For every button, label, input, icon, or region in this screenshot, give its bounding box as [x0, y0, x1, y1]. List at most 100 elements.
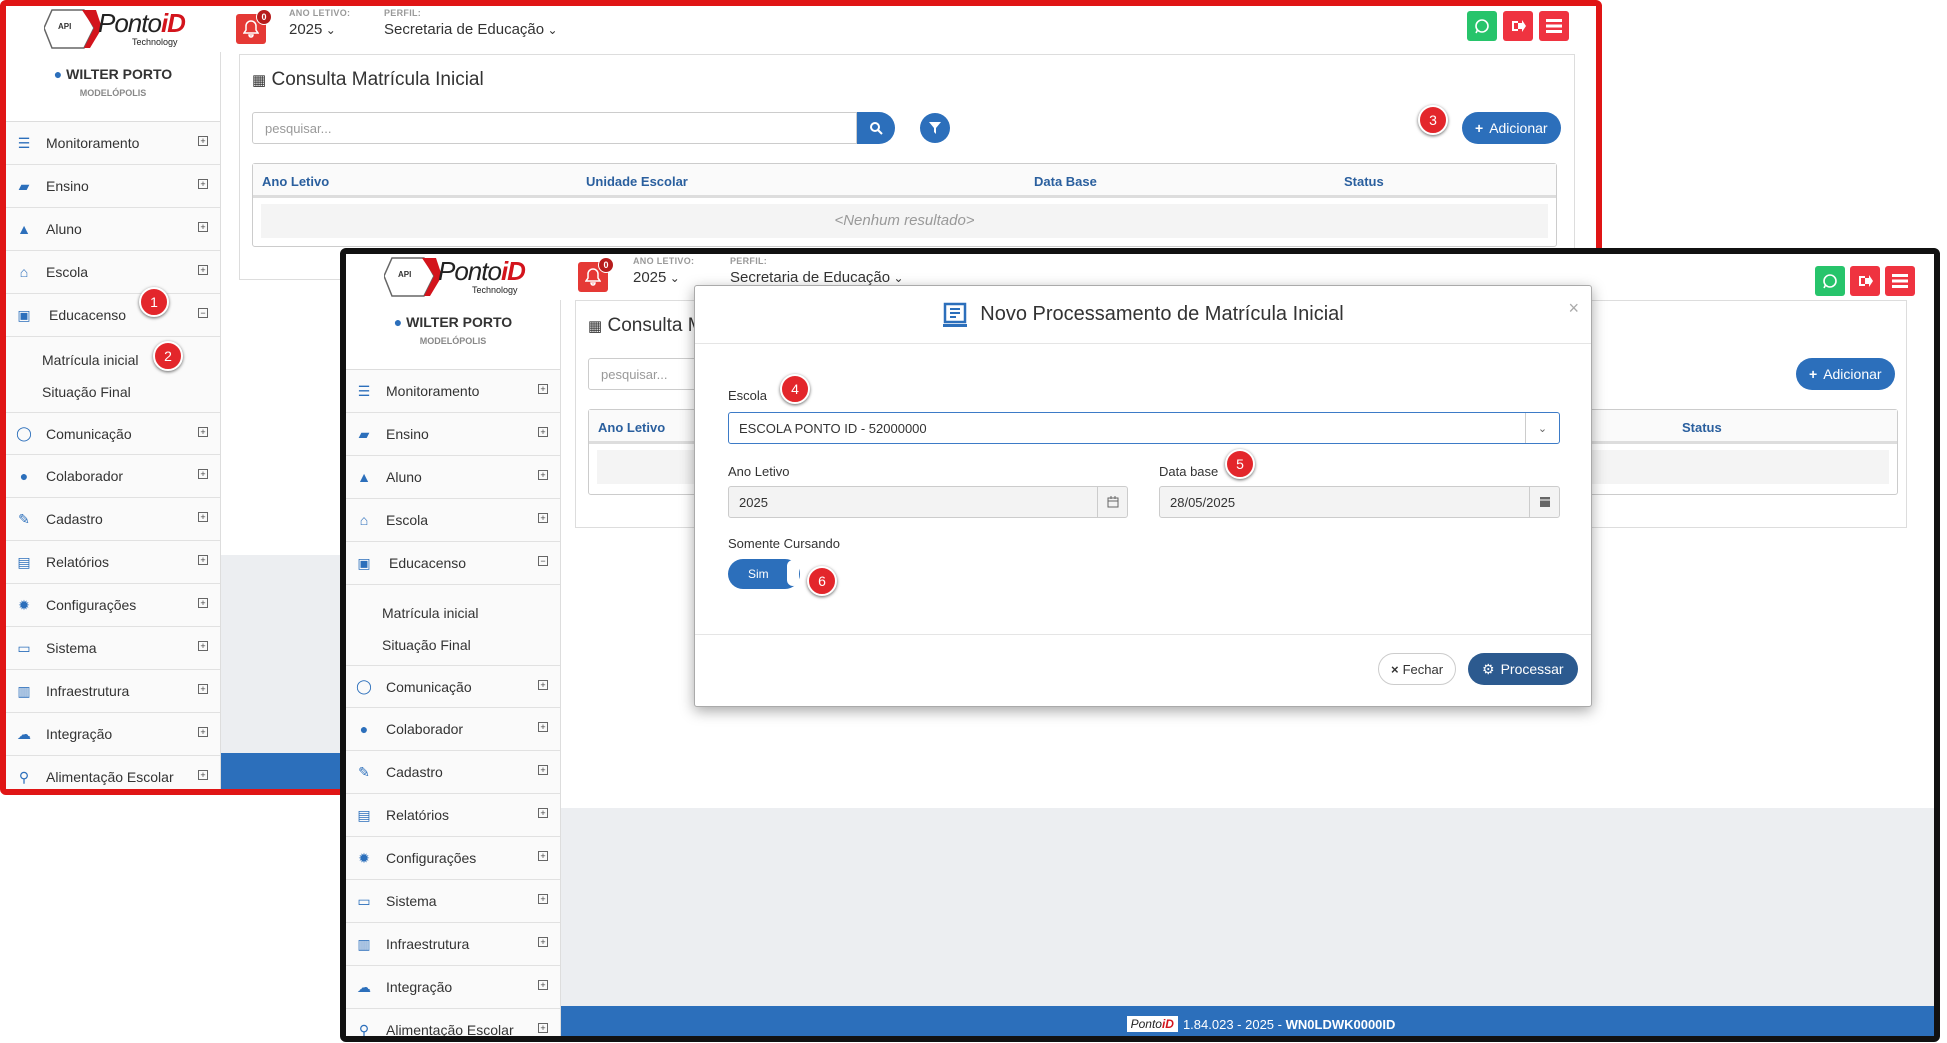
table-icon: ▦ [252, 72, 267, 89]
col-status[interactable]: Status [1682, 420, 1722, 435]
expand-icon: + [538, 765, 548, 775]
submenu-situacao-final[interactable]: Situação Final [6, 376, 220, 408]
expand-icon: + [538, 937, 548, 947]
ano-letivo-field[interactable]: 2025 [728, 486, 1128, 518]
col-unidade-escolar[interactable]: Unidade Escolar [586, 174, 688, 189]
table-icon: ▦ [588, 318, 603, 335]
menu-item-monitoramento[interactable]: ☰ Monitoramento + [6, 122, 220, 165]
escola-select[interactable]: ESCOLA PONTO ID - 52000000 ⌄ [728, 412, 1560, 444]
perfil-value: Secretaria de Educação [384, 21, 558, 38]
menu-item-educacenso[interactable]: ▣ Educacenso − [346, 542, 560, 585]
perfil-label: PERFIL: [730, 256, 768, 266]
menu-item-integracao[interactable]: ☁ Integração + [346, 966, 560, 1009]
col-status[interactable]: Status [1344, 174, 1384, 189]
expand-icon: + [538, 1023, 548, 1033]
footer-code: WN0LDWK0000ID [1285, 1016, 1396, 1032]
menu-item-relatorios[interactable]: ▤ Relatórios + [346, 794, 560, 837]
menu-button[interactable] [1885, 266, 1915, 296]
expand-icon: + [538, 851, 548, 861]
submenu-matricula-inicial[interactable]: Matrícula inicial [346, 597, 560, 629]
menu-item-colaborador[interactable]: ● Colaborador + [6, 455, 220, 498]
calendar-icon[interactable] [1097, 487, 1127, 517]
menu-item-comunicacao[interactable]: ◯ Comunicação + [6, 412, 220, 455]
add-button[interactable]: + Adicionar [1796, 358, 1895, 390]
whatsapp-icon [1475, 19, 1489, 34]
page-title: ▦ Consulta M [588, 315, 704, 336]
expand-icon: + [538, 894, 548, 904]
menu-item-ensino[interactable]: ▰ Ensino + [346, 413, 560, 456]
menu-button[interactable] [1539, 11, 1569, 41]
logout-button[interactable] [1850, 266, 1880, 296]
menu-item-configuracoes[interactable]: ✹ Configurações + [6, 584, 220, 627]
somente-cursando-toggle[interactable]: Sim [728, 559, 800, 589]
menu-item-escola[interactable]: ⌂ Escola + [346, 499, 560, 542]
search-button[interactable] [857, 112, 895, 144]
menu-item-cadastro[interactable]: ✎ Cadastro + [346, 751, 560, 794]
menu-item-aluno[interactable]: ▲ Aluno + [6, 208, 220, 251]
data-base-field[interactable]: 28/05/2025 [1159, 486, 1560, 518]
menu-item-infraestrutura[interactable]: ▥ Infraestrutura + [346, 923, 560, 966]
menu-item-relatorios[interactable]: ▤ Relatórios + [6, 541, 220, 584]
page-title: ▦ Consulta Matrícula Inicial [252, 69, 484, 90]
empty-result: <Nenhum resultado> [261, 204, 1548, 238]
notification-button[interactable]: 0 [236, 9, 272, 44]
ano-letivo-select[interactable]: ANO LETIVO: 2025 [289, 8, 350, 38]
menu-item-comunicacao[interactable]: ◯ Comunicação + [346, 665, 560, 708]
menu-item-escola[interactable]: ⌂ Escola + [6, 251, 220, 294]
menu-item-infraestrutura[interactable]: ▥ Infraestrutura + [6, 670, 220, 713]
app-logo: API PontoiD Technology [384, 254, 526, 300]
data-base-value: 28/05/2025 [1170, 495, 1236, 510]
menu-item-colaborador[interactable]: ● Colaborador + [346, 708, 560, 751]
document-icon: ▤ [17, 553, 31, 570]
submenu-matricula-inicial[interactable]: Matrícula inicial [6, 344, 220, 376]
menu-label: Colaborador [46, 468, 124, 484]
cloud-icon: ☁ [357, 978, 371, 995]
menu-item-alimentacao[interactable]: ⚲ Alimentação Escolar + [6, 756, 220, 789]
logout-button[interactable] [1503, 11, 1533, 41]
footer-bar: PontoiD 1.84.023 - 2025 - WN0LDWK0000ID [561, 1006, 1934, 1036]
col-ano-letivo[interactable]: Ano Letivo [262, 174, 329, 189]
menu-item-sistema[interactable]: ▭ Sistema + [346, 880, 560, 923]
ano-letivo-value: 2025 [289, 21, 350, 38]
menu-item-educacenso[interactable]: ▣ Educacenso − [6, 294, 220, 337]
menu-item-sistema[interactable]: ▭ Sistema + [6, 627, 220, 670]
fechar-button[interactable]: × Fechar [1378, 653, 1457, 685]
menu-label: Monitoramento [46, 135, 140, 151]
close-icon[interactable]: × [1568, 298, 1579, 319]
whatsapp-button[interactable] [1815, 266, 1845, 296]
menu-label: Integração [386, 979, 453, 995]
menu-label: Infraestrutura [46, 683, 130, 699]
add-button[interactable]: + Adicionar [1462, 112, 1561, 144]
submenu-label: Matrícula inicial [382, 605, 479, 621]
collapse-icon: − [198, 308, 208, 318]
whatsapp-button[interactable] [1467, 11, 1497, 41]
menu-label: Configurações [386, 850, 477, 866]
whatsapp-icon [1823, 274, 1837, 289]
processar-button[interactable]: ⚙ Processar [1468, 653, 1578, 685]
perfil-select[interactable]: PERFIL: Secretaria de Educação [384, 8, 558, 38]
menu-label: Infraestrutura [386, 936, 470, 952]
bank-icon: ⌂ [19, 264, 29, 280]
perfil-select[interactable]: PERFIL: Secretaria de Educação [730, 256, 904, 286]
menu-item-configuracoes[interactable]: ✹ Configurações + [346, 837, 560, 880]
ano-letivo-select[interactable]: ANO LETIVO: 2025 [633, 256, 694, 286]
add-label: Adicionar [1823, 366, 1882, 382]
menu-item-monitoramento[interactable]: ☰ Monitoramento + [346, 370, 560, 413]
menu-item-cadastro[interactable]: ✎ Cadastro + [6, 498, 220, 541]
expand-icon: + [538, 722, 548, 732]
submenu-situacao-final[interactable]: Situação Final [346, 629, 560, 661]
filter-button[interactable] [920, 113, 950, 143]
search-input[interactable]: pesquisar... [252, 112, 857, 144]
col-ano-letivo[interactable]: Ano Letivo [598, 420, 665, 435]
menu-item-integracao[interactable]: ☁ Integração + [6, 713, 220, 756]
calendar-icon[interactable] [1529, 487, 1559, 517]
menu-item-alimentacao[interactable]: ⚲ Alimentação Escolar + [346, 1009, 560, 1036]
menu-item-ensino[interactable]: ▰ Ensino + [6, 165, 220, 208]
notification-count: 0 [598, 257, 614, 273]
monitor-icon: ▭ [357, 892, 371, 909]
menu-item-aluno[interactable]: ▲ Aluno + [346, 456, 560, 499]
col-data-base[interactable]: Data Base [1034, 174, 1097, 189]
educacenso-icon: ▣ [357, 554, 371, 571]
notification-button[interactable]: 0 [578, 257, 614, 292]
graduation-cap-icon: ▲ [17, 221, 31, 237]
